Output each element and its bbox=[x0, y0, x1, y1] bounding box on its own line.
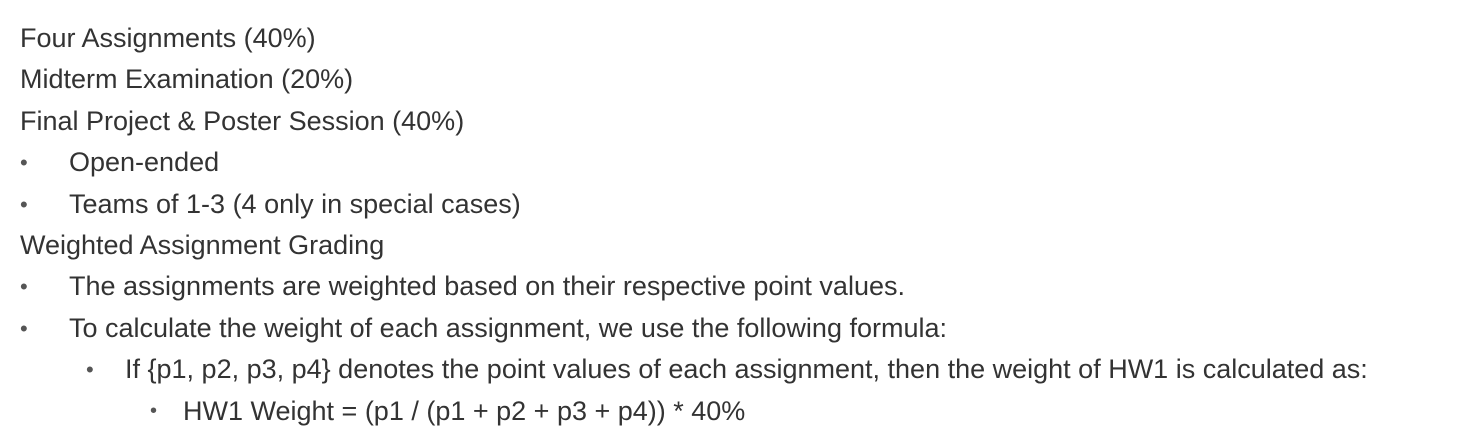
formula-text: HW1 Weight = (p1 / (p1 + p2 + p3 + p4)) … bbox=[183, 395, 746, 426]
heading-text: Midterm Examination (20%) bbox=[20, 64, 354, 95]
list-item-calculate-weight: • To calculate the weight of each assign… bbox=[20, 308, 1450, 349]
heading-midterm-examination: Midterm Examination (20%) bbox=[20, 59, 1450, 100]
heading-text: Weighted Assignment Grading bbox=[20, 229, 385, 260]
heading-final-project: Final Project & Poster Session (40%) bbox=[20, 101, 1450, 142]
list-item-text: The assignments are weighted based on th… bbox=[69, 271, 905, 302]
heading-weighted-assignment-grading: Weighted Assignment Grading bbox=[20, 225, 1450, 266]
list-item-weighted-by-points: • The assignments are weighted based on … bbox=[20, 266, 1450, 307]
bullet-icon: • bbox=[20, 191, 28, 217]
bullet-icon: • bbox=[86, 357, 94, 383]
list-item-teams: • Teams of 1-3 (4 only in special cases) bbox=[20, 184, 1450, 225]
list-item-open-ended: • Open-ended bbox=[20, 142, 1450, 183]
list-item-text: Open-ended bbox=[69, 147, 220, 178]
bullet-icon: • bbox=[20, 274, 28, 300]
heading-four-assignments: Four Assignments (40%) bbox=[20, 18, 1450, 59]
list-item-text: To calculate the weight of each assignme… bbox=[69, 312, 947, 343]
heading-text: Final Project & Poster Session (40%) bbox=[20, 105, 465, 136]
bullet-icon: • bbox=[20, 315, 28, 341]
bullet-icon: • bbox=[150, 399, 158, 422]
list-item-text: Teams of 1-3 (4 only in special cases) bbox=[69, 188, 521, 219]
list-item-point-values-definition: • If {p1, p2, p3, p4} denotes the point … bbox=[20, 349, 1450, 390]
bullet-icon: • bbox=[20, 150, 28, 176]
list-item-hw1-weight-formula: • HW1 Weight = (p1 / (p1 + p2 + p3 + p4)… bbox=[20, 391, 1450, 432]
list-item-text: If {p1, p2, p3, p4} denotes the point va… bbox=[125, 354, 1368, 385]
heading-text: Four Assignments (40%) bbox=[20, 23, 316, 53]
grading-policy-document: Four Assignments (40%) Midterm Examinati… bbox=[20, 18, 1450, 432]
